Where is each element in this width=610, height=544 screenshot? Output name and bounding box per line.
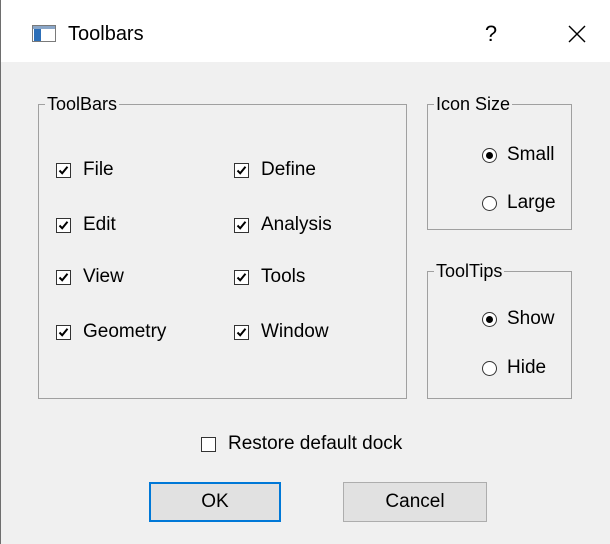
checkbox-label: Analysis [261, 214, 332, 235]
radio-tooltips-show[interactable]: Show [482, 306, 555, 332]
close-icon [568, 25, 586, 43]
checkmark-icon [58, 272, 69, 282]
checkmark-icon [236, 220, 247, 230]
radio-icon-size-small[interactable]: Small [482, 142, 555, 168]
checkbox-window[interactable]: Window [234, 319, 329, 345]
checkbox-label: Geometry [83, 321, 167, 342]
tooltips-group-label: ToolTips [434, 260, 505, 282]
checkbox-box[interactable] [201, 436, 216, 452]
checkbox-label: File [83, 159, 114, 180]
checkbox-box[interactable] [234, 269, 249, 285]
close-button[interactable] [557, 14, 597, 54]
checkbox-label: Edit [83, 214, 116, 235]
checkbox-analysis[interactable]: Analysis [234, 212, 332, 238]
checkbox-box[interactable] [56, 162, 71, 178]
checkbox-restore-default-dock[interactable]: Restore default dock [201, 431, 402, 457]
title-bar[interactable]: Toolbars ? [1, 0, 610, 62]
checkbox-box[interactable] [234, 324, 249, 340]
radio-indicator[interactable] [482, 360, 497, 376]
checkbox-label: Restore default dock [228, 433, 403, 454]
radio-tooltips-hide[interactable]: Hide [482, 355, 546, 381]
checkbox-label: Window [261, 321, 329, 342]
checkmark-icon [236, 327, 247, 337]
checkmark-icon [58, 327, 69, 337]
icon-size-group-label: Icon Size [434, 93, 513, 115]
radio-label: Small [507, 144, 555, 165]
checkbox-label: Define [261, 159, 316, 180]
toolbars-dialog: Toolbars ? ToolBars File Define Edit Ana… [0, 0, 610, 544]
checkbox-label: Tools [261, 266, 306, 287]
radio-indicator[interactable] [482, 311, 497, 327]
help-button[interactable]: ? [471, 14, 511, 54]
window-title: Toolbars [68, 23, 144, 45]
checkbox-label: View [83, 266, 124, 287]
window-app-icon [32, 25, 56, 42]
checkmark-icon [58, 165, 69, 175]
checkbox-view[interactable]: View [56, 264, 124, 290]
checkbox-edit[interactable]: Edit [56, 212, 116, 238]
checkbox-box[interactable] [234, 217, 249, 233]
checkmark-icon [236, 272, 247, 282]
radio-label: Show [507, 308, 555, 329]
checkbox-box[interactable] [56, 324, 71, 340]
ok-button[interactable]: OK [149, 482, 281, 522]
radio-indicator[interactable] [482, 195, 497, 211]
radio-indicator[interactable] [482, 147, 497, 163]
checkbox-tools[interactable]: Tools [234, 264, 305, 290]
toolbars-group-label: ToolBars [45, 93, 120, 115]
radio-label: Large [507, 192, 556, 213]
checkbox-file[interactable]: File [56, 157, 114, 183]
toolbars-group: ToolBars [38, 93, 407, 399]
radio-icon-size-large[interactable]: Large [482, 190, 556, 216]
cancel-button[interactable]: Cancel [343, 482, 487, 522]
checkbox-box[interactable] [56, 269, 71, 285]
checkbox-define[interactable]: Define [234, 157, 316, 183]
checkbox-box[interactable] [234, 162, 249, 178]
radio-label: Hide [507, 357, 547, 378]
checkbox-geometry[interactable]: Geometry [56, 319, 166, 345]
checkmark-icon [236, 165, 247, 175]
checkmark-icon [58, 220, 69, 230]
checkbox-box[interactable] [56, 217, 71, 233]
